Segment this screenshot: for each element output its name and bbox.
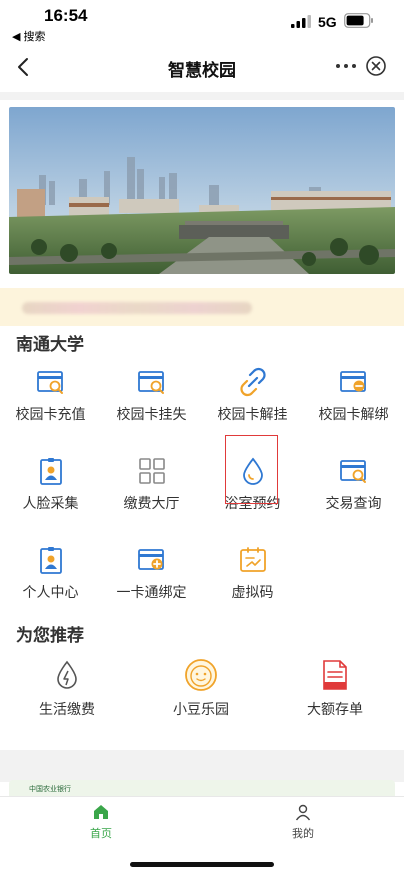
tile-label: 小豆乐园 [173, 701, 229, 717]
grid-icon [139, 458, 165, 484]
card-add-icon [138, 549, 164, 570]
home-indicator [130, 862, 274, 867]
virtual-code-highlight-box [225, 435, 278, 504]
certificate-icon [323, 660, 347, 690]
ad-text: 中国农业银行 [29, 785, 71, 793]
tile-label: 缴费大厅 [123, 495, 180, 511]
tile-label: 一卡通绑定 [116, 584, 187, 600]
card-binding-tile[interactable]: 一卡通绑定 [101, 545, 202, 625]
person-icon [295, 804, 311, 821]
card-search-icon [340, 460, 366, 483]
unlink-icon [240, 367, 266, 397]
life-payment-tile[interactable]: 生活缴费 [0, 658, 134, 718]
status-time: 16:54 [44, 6, 88, 25]
tile-label: 大额存单 [307, 701, 363, 717]
status-bar: 16:54 ◀ 搜索 5G [0, 0, 404, 44]
personal-center-tile[interactable]: 个人中心 [0, 545, 101, 625]
bean-park-tile[interactable]: 小豆乐园 [134, 658, 268, 718]
recommend-section-title: 为您推荐 [16, 626, 84, 645]
badge-person-icon [40, 458, 62, 485]
notice-bar[interactable] [0, 288, 404, 326]
campus-card-recharge-tile[interactable]: 校园卡充值 [0, 367, 101, 447]
tab-home[interactable]: 首页 [71, 803, 131, 841]
back-to-search-link[interactable]: ◀ 搜索 [12, 28, 46, 44]
tab-label: 首页 [90, 828, 112, 840]
tile-label: 虚拟码 [231, 584, 274, 600]
more-icon[interactable] [334, 54, 358, 78]
university-section-title: 南通大学 [16, 335, 84, 354]
tile-label: 人脸采集 [22, 495, 79, 511]
tile-label: 校园卡解挂 [217, 406, 288, 422]
tile-label: 校园卡挂失 [116, 406, 187, 422]
nav-bar: 智慧校园 [0, 44, 404, 90]
face-capture-tile[interactable]: 人脸采集 [0, 456, 101, 536]
close-icon[interactable] [364, 54, 388, 78]
signal-icon [291, 15, 311, 28]
tile-label: 交易查询 [325, 495, 382, 511]
tab-mine[interactable]: 我的 [273, 803, 333, 841]
tile-label: 校园卡充值 [15, 406, 86, 422]
campus-card-unbind-tile[interactable]: 校园卡解绑 [303, 367, 404, 447]
tile-label: 生活缴费 [39, 701, 95, 717]
campus-banner-image[interactable] [9, 107, 395, 274]
tile-label: 个人中心 [22, 584, 79, 600]
network-label: 5G [318, 14, 337, 30]
bean-face-icon [185, 659, 217, 691]
payment-hall-tile[interactable]: 缴费大厅 [101, 456, 202, 536]
virtual-code-icon [240, 547, 266, 572]
home-icon [94, 805, 108, 819]
card-minus-icon [340, 371, 366, 392]
tab-label: 我的 [292, 828, 314, 840]
large-deposit-tile[interactable]: 大额存单 [268, 658, 402, 718]
notice-blurred-text [22, 302, 252, 314]
tile-label: 校园卡解绑 [318, 406, 389, 422]
campus-card-report-loss-tile[interactable]: 校园卡挂失 [101, 367, 202, 447]
card-search-icon [138, 371, 164, 394]
utility-drop-icon [57, 660, 77, 689]
card-search-icon [37, 371, 63, 394]
transaction-query-tile[interactable]: 交易查询 [303, 456, 404, 536]
badge-person-icon [40, 547, 62, 574]
virtual-code-tile[interactable]: 虚拟码 [202, 545, 303, 625]
battery-icon [344, 13, 373, 28]
